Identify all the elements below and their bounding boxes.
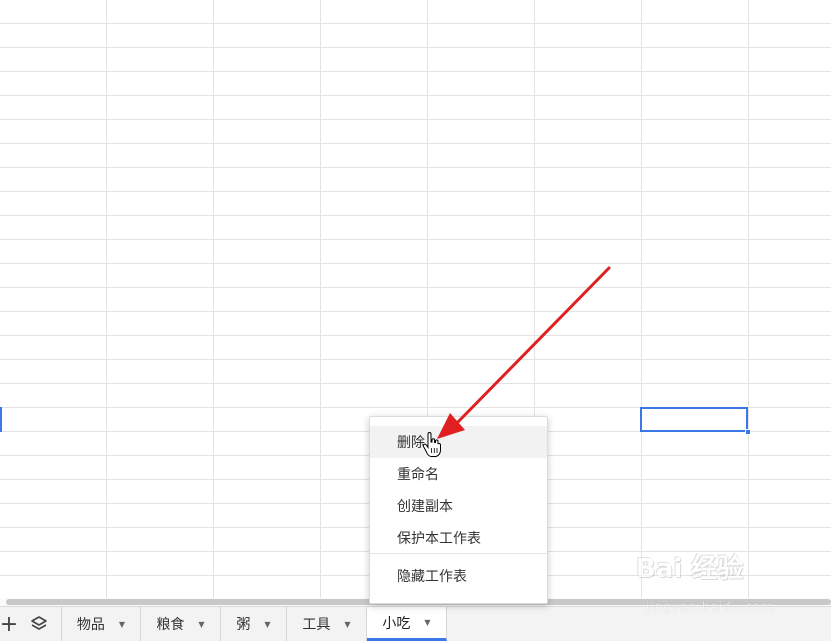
watermark: Bai 经验 jingyan.baidu.com (636, 548, 826, 638)
watermark-url: jingyan.baidu.com (646, 600, 774, 614)
menu-item-label: 隐藏工作表 (397, 569, 467, 585)
selected-cell[interactable] (640, 407, 748, 432)
layers-icon (31, 616, 47, 630)
chevron-down-icon[interactable]: ▼ (119, 620, 125, 629)
sheet-tab-3[interactable]: 粥 ▼ (221, 607, 287, 641)
tab-label: 小吃 (382, 615, 411, 632)
sheet-tab-5-active[interactable]: 小吃 ▼ (367, 607, 447, 641)
menu-divider (370, 553, 547, 554)
chevron-down-icon[interactable]: ▼ (264, 620, 270, 629)
chevron-down-icon[interactable]: ▼ (424, 618, 430, 627)
menu-item-label: 删除 (397, 435, 425, 451)
selection-edge-left (0, 407, 2, 432)
chevron-down-icon[interactable]: ▼ (344, 620, 350, 629)
sheet-list-button[interactable] (26, 607, 52, 641)
watermark-logo: Bai 经验 (636, 554, 744, 584)
chevron-down-icon[interactable]: ▼ (198, 620, 204, 629)
tab-label: 粮食 (156, 617, 185, 633)
fill-handle[interactable] (745, 429, 751, 435)
menu-item-rename[interactable]: 重命名 (370, 458, 547, 490)
menu-item-hide-sheet[interactable]: 隐藏工作表 (370, 560, 547, 592)
menu-item-label: 保护本工作表 (397, 531, 481, 547)
tab-label: 物品 (76, 617, 105, 633)
menu-item-protect-sheet[interactable]: 保护本工作表 (370, 522, 547, 554)
sheet-context-menu: 删除 重命名 创建副本 保护本工作表 隐藏工作表 (369, 416, 548, 604)
plus-icon: + (0, 611, 19, 637)
sheet-tab-2[interactable]: 粮食 ▼ (141, 607, 221, 641)
add-sheet-button[interactable]: + (0, 607, 18, 641)
tab-label: 工具 (302, 617, 331, 633)
sheet-tab-1[interactable]: 物品 ▼ (61, 607, 141, 641)
tab-label: 粥 (236, 617, 251, 633)
menu-item-duplicate[interactable]: 创建副本 (370, 490, 547, 522)
hand-pointer-icon (422, 432, 441, 457)
menu-item-label: 创建副本 (397, 499, 453, 515)
menu-item-delete[interactable]: 删除 (370, 426, 547, 458)
menu-item-label: 重命名 (397, 467, 439, 483)
sheet-tab-4[interactable]: 工具 ▼ (287, 607, 367, 641)
